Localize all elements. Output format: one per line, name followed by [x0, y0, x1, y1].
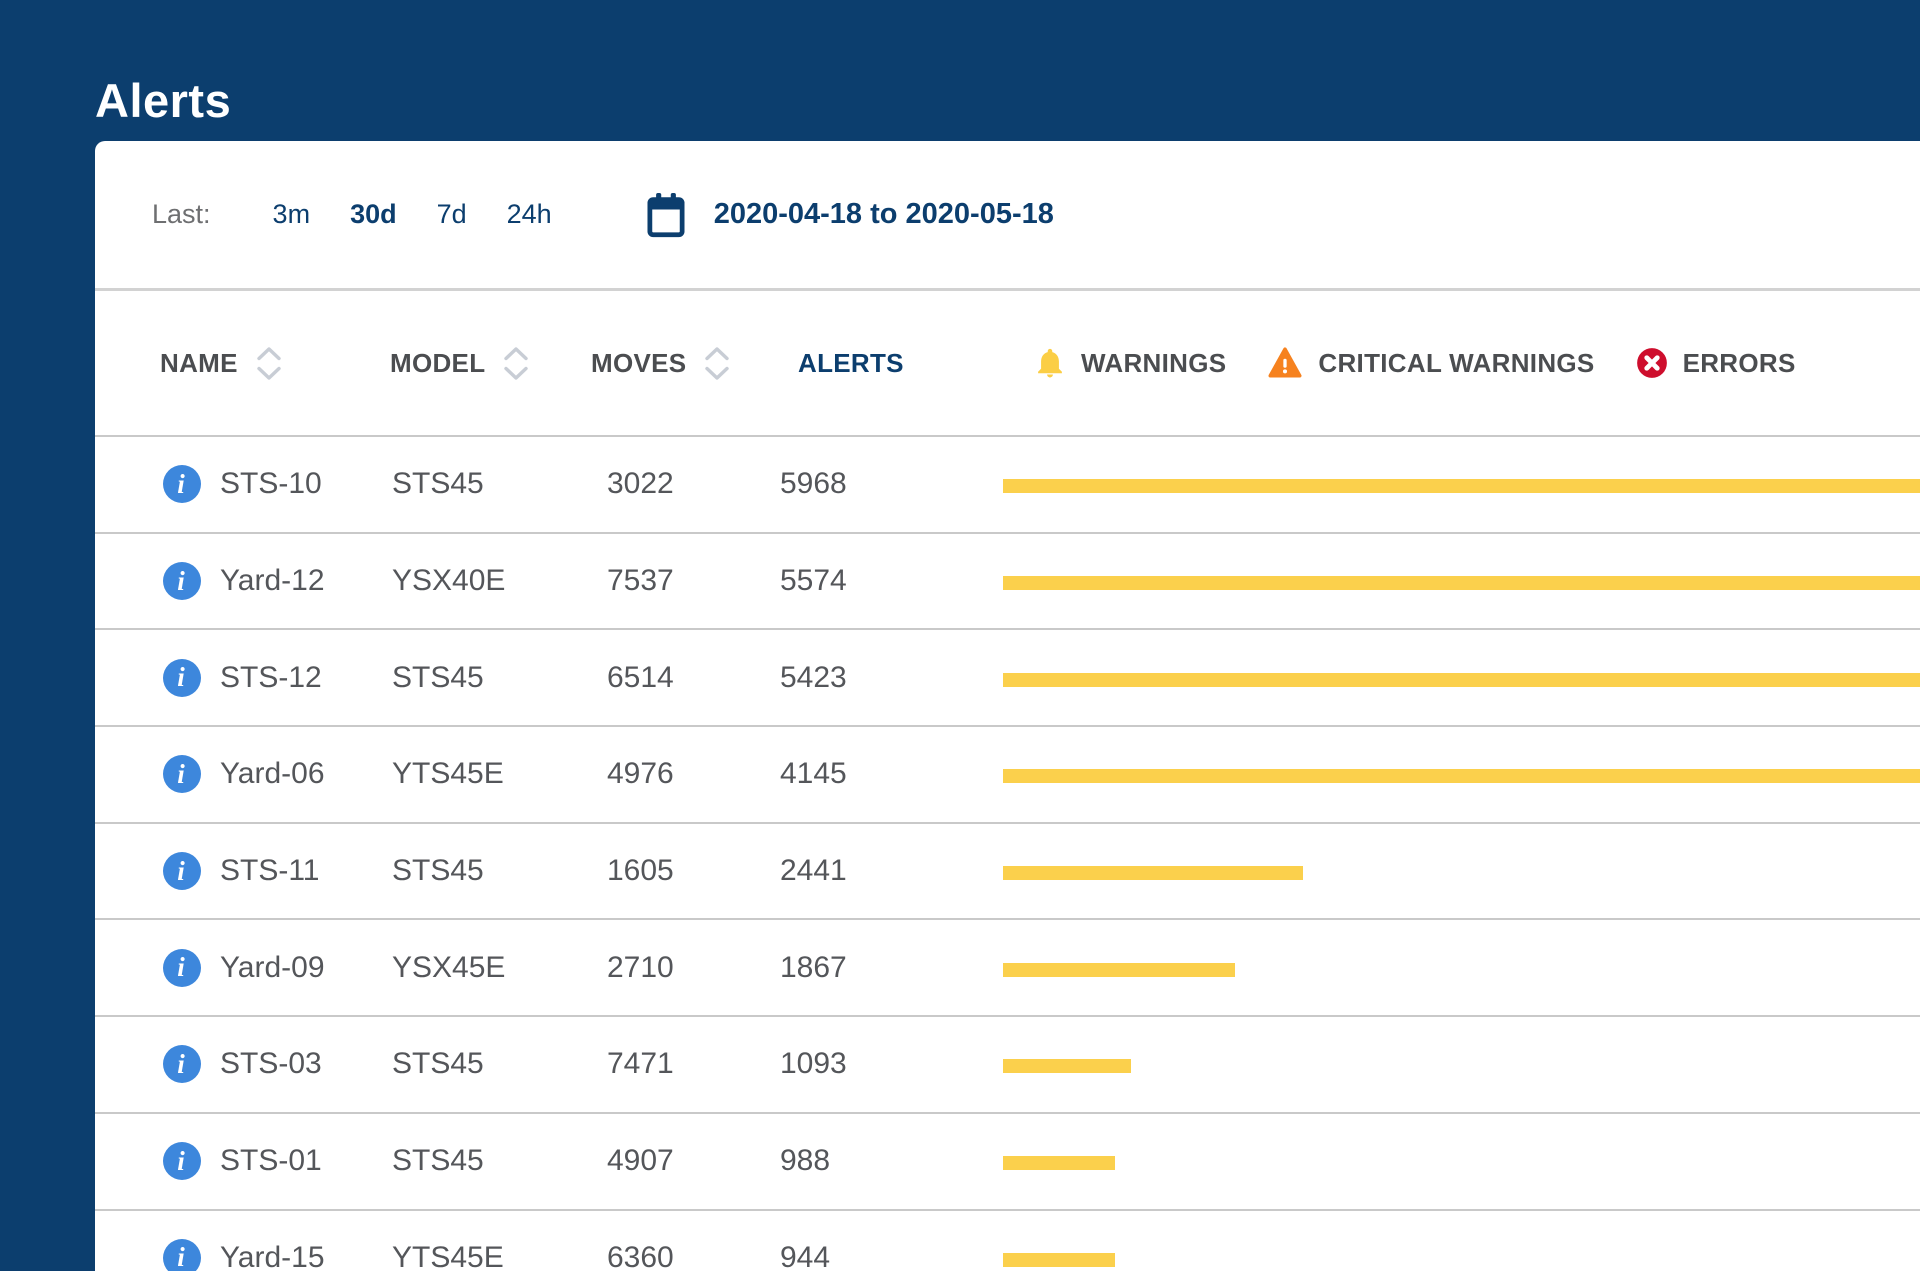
cell-model: YTS45E — [392, 757, 504, 791]
cell-alerts: 4145 — [780, 757, 847, 791]
alerts-card: Last: 3m 30d 7d 24h 2020-04-18 to 2020-0… — [95, 141, 1920, 1271]
cell-name: STS-10 — [220, 467, 322, 501]
column-label-moves: MOVES — [591, 347, 687, 378]
legend-item-errors: ERRORS — [1635, 346, 1796, 380]
cell-model: STS45 — [392, 467, 484, 501]
cell-model: YTS45E — [392, 1240, 504, 1271]
calendar-icon[interactable] — [644, 191, 688, 239]
table-row[interactable]: i STS-12 STS45 6514 5423 — [95, 628, 1920, 725]
legend-label-warnings: WARNINGS — [1081, 347, 1227, 378]
cell-model: YSX45E — [392, 950, 506, 984]
cell-alerts: 944 — [780, 1240, 831, 1271]
legend-item-critical-warnings: CRITICAL WARNINGS — [1266, 345, 1594, 381]
warnings-bar — [1003, 1156, 1115, 1171]
legend-item-warnings: WARNINGS — [1033, 346, 1226, 380]
warnings-bar — [1003, 866, 1303, 881]
warnings-bar — [1003, 1252, 1115, 1267]
cell-moves: 6514 — [607, 660, 674, 694]
cell-alerts: 5423 — [780, 660, 847, 694]
column-label-name: NAME — [160, 347, 238, 378]
table-row[interactable]: i STS-01 STS45 4907 988 — [95, 1111, 1920, 1209]
time-filter-option-24h[interactable]: 24h — [507, 199, 552, 230]
column-header-model[interactable]: MODEL — [390, 291, 529, 435]
column-header-alerts[interactable]: ALERTS — [798, 291, 904, 435]
cell-moves: 7471 — [607, 1047, 674, 1081]
cell-model: STS45 — [392, 1144, 484, 1178]
cell-name: Yard-06 — [220, 757, 325, 791]
legend-label-critical-warnings: CRITICAL WARNINGS — [1318, 347, 1595, 378]
sort-icon — [704, 346, 730, 381]
info-icon[interactable]: i — [163, 755, 201, 794]
cell-model: STS45 — [392, 1047, 484, 1081]
cell-alerts: 988 — [780, 1144, 831, 1178]
table-row[interactable]: i Yard-09 YSX45E 2710 1867 — [95, 918, 1920, 1015]
info-icon[interactable]: i — [163, 1142, 201, 1181]
column-label-alerts: ALERTS — [798, 347, 904, 378]
warnings-bar — [1003, 479, 1920, 494]
cell-model: YSX40E — [392, 564, 506, 598]
time-filter-label: Last: — [152, 199, 211, 229]
cell-moves: 4976 — [607, 757, 674, 791]
time-filter-bar: Last: 3m 30d 7d 24h 2020-04-18 to 2020-0… — [95, 141, 1920, 291]
cell-moves: 3022 — [607, 467, 674, 501]
info-icon[interactable]: i — [163, 948, 201, 987]
table-body: i STS-10 STS45 3022 5968 i Yard-12 YSX40… — [95, 435, 1920, 1271]
cell-name: Yard-15 — [220, 1240, 325, 1271]
column-label-model: MODEL — [390, 347, 486, 378]
cell-moves: 2710 — [607, 950, 674, 984]
error-circle-icon — [1635, 346, 1669, 380]
info-icon[interactable]: i — [163, 465, 201, 504]
table-header: NAME MODEL MOVES ALERTS WARNINGS CRITICA… — [95, 291, 1920, 435]
info-icon[interactable]: i — [163, 658, 201, 697]
legend-label-errors: ERRORS — [1682, 347, 1796, 378]
time-filter-option-3m[interactable]: 3m — [273, 199, 311, 230]
info-icon[interactable]: i — [163, 1238, 201, 1271]
info-icon[interactable]: i — [163, 562, 201, 601]
cell-name: Yard-12 — [220, 564, 325, 598]
cell-moves: 1605 — [607, 854, 674, 888]
table-row[interactable]: i STS-10 STS45 3022 5968 — [95, 435, 1920, 532]
page-title: Alerts — [95, 74, 232, 128]
info-icon[interactable]: i — [163, 852, 201, 891]
table-row[interactable]: i Yard-15 YTS45E 6360 944 — [95, 1208, 1920, 1271]
warnings-bar — [1003, 962, 1235, 977]
cell-alerts: 1867 — [780, 950, 847, 984]
warnings-bar — [1003, 576, 1920, 591]
table-row[interactable]: i STS-03 STS45 7471 1093 — [95, 1015, 1920, 1112]
info-icon[interactable]: i — [163, 1045, 201, 1084]
cell-model: STS45 — [392, 660, 484, 694]
column-header-name[interactable]: NAME — [160, 291, 282, 435]
table-row[interactable]: i Yard-06 YTS45E 4976 4145 — [95, 725, 1920, 822]
cell-moves: 6360 — [607, 1240, 674, 1271]
cell-name: STS-01 — [220, 1144, 322, 1178]
warnings-bar — [1003, 672, 1920, 687]
column-header-moves[interactable]: MOVES — [591, 291, 730, 435]
severity-legend: WARNINGS CRITICAL WARNINGS ERRORS — [1033, 291, 1796, 435]
date-range-value[interactable]: 2020-04-18 to 2020-05-18 — [714, 198, 1054, 231]
table-row[interactable]: i STS-11 STS45 1605 2441 — [95, 821, 1920, 919]
cell-alerts: 5574 — [780, 564, 847, 598]
date-range-picker[interactable]: 2020-04-18 to 2020-05-18 — [644, 191, 1054, 239]
time-filter-option-7d[interactable]: 7d — [437, 199, 467, 230]
cell-alerts: 1093 — [780, 1047, 847, 1081]
warnings-bar — [1003, 1059, 1131, 1074]
cell-alerts: 2441 — [780, 854, 847, 888]
sort-icon — [256, 346, 282, 381]
cell-name: STS-03 — [220, 1047, 322, 1081]
cell-name: STS-11 — [220, 854, 320, 888]
cell-moves: 7537 — [607, 564, 674, 598]
cell-model: STS45 — [392, 854, 484, 888]
sort-icon — [503, 346, 529, 381]
cell-alerts: 5968 — [780, 467, 847, 501]
warning-triangle-icon — [1266, 345, 1304, 381]
warnings-bar — [1003, 769, 1920, 784]
cell-moves: 4907 — [607, 1144, 674, 1178]
cell-name: STS-12 — [220, 660, 322, 694]
bell-icon — [1033, 346, 1067, 380]
cell-name: Yard-09 — [220, 950, 325, 984]
time-filter-option-30d[interactable]: 30d — [350, 199, 397, 230]
table-row[interactable]: i Yard-12 YSX40E 7537 5574 — [95, 531, 1920, 629]
